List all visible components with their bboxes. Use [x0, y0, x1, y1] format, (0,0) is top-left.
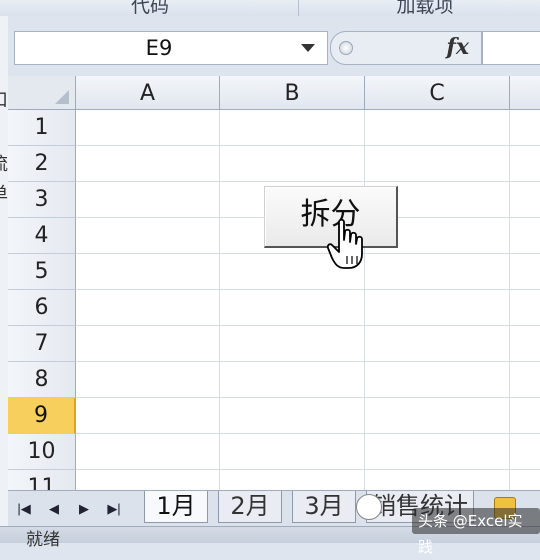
row-header-8[interactable]: 8	[8, 362, 76, 398]
worksheet-grid[interactable]: A B C 1 2 3 4 5 6 7 8 9 10 11 拆分	[8, 76, 540, 490]
status-text: 就绪	[26, 530, 60, 550]
ribbon-group-code: 代码	[130, 0, 169, 17]
column-header-a[interactable]: A	[76, 76, 220, 110]
row-header-9-active[interactable]: 9	[8, 398, 76, 434]
formula-tools: fx	[330, 31, 482, 65]
sheet-tab-mar[interactable]: 3月	[292, 491, 356, 523]
grid-line	[76, 145, 540, 146]
grid-line	[219, 110, 220, 490]
select-all-triangle	[55, 90, 69, 104]
formula-bar-resize-handle[interactable]	[339, 41, 353, 55]
formula-input[interactable]	[482, 31, 540, 65]
grid-line	[509, 110, 510, 490]
sheet-tab-feb[interactable]: 2月	[218, 491, 282, 523]
grid-line	[76, 325, 540, 326]
first-sheet-button[interactable]: |◀	[14, 499, 34, 519]
left-pane-glyph: 流	[0, 150, 8, 176]
fx-icon[interactable]: fx	[446, 34, 469, 60]
last-sheet-button[interactable]: ▶|	[104, 499, 124, 519]
watermark: 头条 @Excel实践	[412, 508, 540, 556]
row-header-1[interactable]: 1	[8, 110, 76, 146]
grid-line	[76, 253, 540, 254]
select-all-icon[interactable]	[8, 76, 76, 110]
row-header-4[interactable]: 4	[8, 218, 76, 254]
ribbon-group-strip: 代码 加载项	[0, 0, 540, 17]
row-header-11[interactable]: 11	[8, 470, 76, 490]
grid-line	[76, 181, 540, 182]
grid-line	[76, 361, 540, 362]
ribbon-separator	[298, 0, 299, 16]
next-sheet-button[interactable]: ▶	[74, 499, 94, 519]
name-box[interactable]: E9	[14, 31, 328, 65]
grid-line	[76, 469, 540, 470]
grid-line	[76, 433, 540, 434]
grid-line	[364, 110, 365, 490]
ribbon-group-addins: 加载项	[396, 0, 454, 17]
grid-line	[76, 289, 540, 290]
name-box-dropdown-icon[interactable]	[301, 44, 315, 52]
row-header-5[interactable]: 5	[8, 254, 76, 290]
row-header-6[interactable]: 6	[8, 290, 76, 326]
column-header-c[interactable]: C	[365, 76, 510, 110]
prev-sheet-button[interactable]: ◀	[44, 499, 64, 519]
formula-bar: E9 fx	[8, 16, 540, 76]
left-pane-glyph: 口	[0, 86, 8, 112]
grid-line	[76, 397, 540, 398]
sheet-tab-jan[interactable]: 1月	[144, 491, 208, 523]
left-pane-glyph: 单	[0, 180, 8, 206]
row-header-10[interactable]: 10	[8, 434, 76, 470]
row-header-3[interactable]: 3	[8, 182, 76, 218]
row-header-2[interactable]: 2	[8, 146, 76, 182]
name-box-value: E9	[145, 36, 173, 60]
hand-pointer-cursor-icon	[326, 218, 363, 269]
row-header-7[interactable]: 7	[8, 326, 76, 362]
watermark-logo	[356, 494, 382, 520]
column-header-b[interactable]: B	[220, 76, 365, 110]
column-header-d[interactable]	[510, 76, 540, 110]
